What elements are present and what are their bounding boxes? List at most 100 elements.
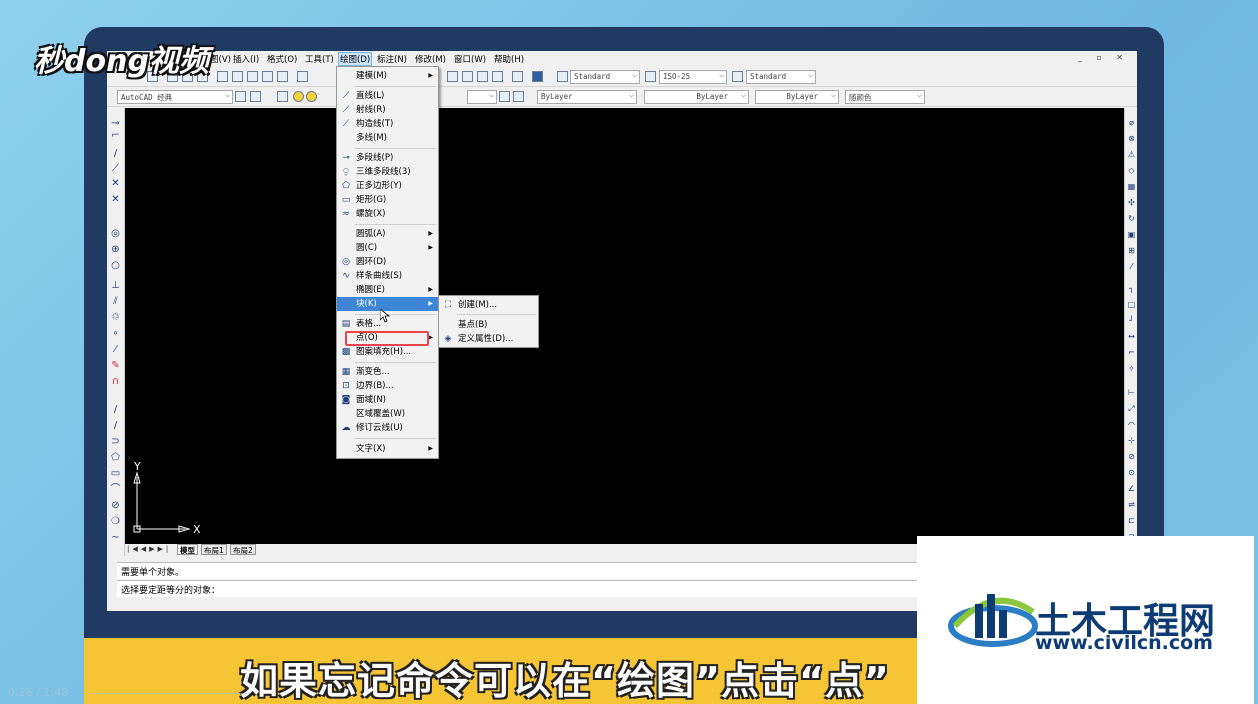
ray2-icon[interactable]: /: [110, 420, 121, 431]
layer-manager-icon[interactable]: [250, 91, 261, 102]
tab-layout1[interactable]: 布局1: [201, 544, 227, 555]
menu-view[interactable]: 图(V): [210, 53, 231, 65]
line-icon[interactable]: ⊸: [110, 118, 121, 129]
join-icon[interactable]: ┘: [1127, 316, 1136, 325]
dim-style-select[interactable]: ISO-25: [659, 70, 727, 84]
draw-menu-item[interactable]: ≈ 螺旋(X): [337, 207, 438, 221]
menu-draw[interactable]: 绘图(D): [338, 52, 373, 66]
block-submenu-item[interactable]: ⛶ 创建(M)...: [439, 298, 538, 312]
calculator-icon[interactable]: [512, 71, 523, 82]
rectangle-icon[interactable]: ✕: [110, 178, 121, 189]
draw-menu-item[interactable]: ⟋ 射线(R): [337, 103, 438, 117]
polyline2-icon[interactable]: ⊃: [110, 436, 121, 447]
polyline-icon[interactable]: /: [110, 148, 121, 159]
stretch-icon[interactable]: ⊞: [1127, 246, 1136, 255]
menu-tools[interactable]: 工具(T): [305, 53, 334, 65]
rotate-icon[interactable]: ↻: [1127, 214, 1136, 223]
properties-icon[interactable]: [462, 71, 473, 82]
block-submenu-item[interactable]: ◈ 定义属性(D)...: [439, 332, 538, 346]
toolpalette-icon[interactable]: [477, 71, 488, 82]
dim-arc-icon[interactable]: ◠: [1127, 420, 1136, 429]
dim-angular-icon[interactable]: ∠: [1127, 484, 1136, 493]
text-style-select[interactable]: Standard: [570, 70, 640, 84]
offset-icon[interactable]: ◇: [1127, 166, 1136, 175]
menu-insert[interactable]: 插入(I): [233, 53, 259, 65]
menu-format[interactable]: 格式(O): [267, 53, 297, 65]
explode-icon[interactable]: ✧: [1127, 364, 1136, 373]
copy-icon[interactable]: [232, 71, 243, 82]
menu-modify[interactable]: 修改(M): [415, 53, 446, 65]
point-icon[interactable]: ∘: [110, 328, 121, 339]
layer-select[interactable]: [467, 90, 497, 104]
matchprop-icon[interactable]: [262, 71, 273, 82]
dim-diameter-icon[interactable]: ⊙: [1127, 468, 1136, 477]
drawing-canvas[interactable]: [125, 108, 1124, 544]
draw-menu-item[interactable]: 建模(M) ▶: [337, 69, 438, 83]
cut-icon[interactable]: [217, 71, 228, 82]
draw-menu-item[interactable]: 多线(M): [337, 131, 438, 145]
dim-aligned-icon[interactable]: ⤢: [1127, 404, 1136, 413]
hatch-icon[interactable]: ⁄: [110, 344, 121, 355]
workspace-select[interactable]: AutoCAD 经典: [117, 90, 233, 104]
tab-model[interactable]: 模型: [177, 544, 198, 555]
draw-menu-item[interactable]: ⍜ 三维多段线(3): [337, 165, 438, 179]
erase-icon[interactable]: ⌀: [1127, 118, 1136, 127]
lightbulb-icon[interactable]: [293, 91, 304, 102]
dim-quick-icon[interactable]: ⇌: [1127, 500, 1136, 509]
polygon-icon[interactable]: ⟋: [110, 163, 121, 174]
extend-icon[interactable]: ┐: [1127, 284, 1136, 293]
rectangle2-icon[interactable]: ▭: [110, 468, 121, 479]
make-block-icon[interactable]: ♲: [110, 312, 121, 323]
fillet-icon[interactable]: ⌐: [1127, 348, 1136, 357]
draw-menu-item[interactable]: ▭ 矩形(G): [337, 193, 438, 207]
line2-icon[interactable]: /: [110, 404, 121, 415]
tab-layout2[interactable]: 布局2: [230, 544, 256, 555]
arc-icon[interactable]: ✕: [110, 194, 121, 205]
draw-menu-item[interactable]: ⊸ 多段线(P): [337, 151, 438, 165]
draw-menu-item[interactable]: ◎ 圆环(D): [337, 255, 438, 269]
copy-obj-icon[interactable]: ⊗: [1127, 134, 1136, 143]
dim-baseline-icon[interactable]: ⊏: [1127, 516, 1136, 525]
tablestyle-icon[interactable]: [732, 71, 743, 82]
draw-menu-item[interactable]: 文字(X) ▶: [337, 442, 438, 456]
circle-icon[interactable]: ◎: [110, 228, 121, 239]
color-select[interactable]: ByLayer: [537, 90, 637, 104]
sun-icon[interactable]: [306, 91, 317, 102]
trim-icon[interactable]: ⁄: [1127, 262, 1136, 271]
xline-icon[interactable]: ⌐: [110, 130, 121, 141]
tab-nav-arrows[interactable]: |◀◀▶▶|: [127, 545, 171, 553]
draw-menu-item[interactable]: ▩ 图案填充(H)...: [337, 345, 438, 359]
help-icon[interactable]: [532, 71, 543, 82]
break-icon[interactable]: □: [1127, 300, 1136, 309]
layer-previous-icon[interactable]: [513, 91, 524, 102]
lineweight-select[interactable]: ByLayer: [755, 90, 839, 104]
arc2-icon[interactable]: ⌒: [110, 484, 121, 495]
scale-icon[interactable]: ▣: [1127, 230, 1136, 239]
menu-window[interactable]: 窗口(W): [454, 53, 486, 65]
sheetset-icon[interactable]: [492, 71, 503, 82]
mirror-icon[interactable]: ⚠: [1127, 150, 1136, 159]
window-controls[interactable]: _ ▫ ✕: [1078, 53, 1129, 62]
draw-menu-item[interactable]: ◙ 面域(N): [337, 393, 438, 407]
paste-icon[interactable]: [247, 71, 258, 82]
video-progress-bar[interactable]: [90, 693, 250, 694]
move-icon[interactable]: ✣: [1127, 198, 1136, 207]
draw-menu-item[interactable]: 圆(C) ▶: [337, 241, 438, 255]
draw-menu-item[interactable]: ⊡ 边界(B)...: [337, 379, 438, 393]
polygon2-icon[interactable]: ⬠: [110, 452, 121, 463]
chamfer-icon[interactable]: ↔: [1127, 332, 1136, 341]
draw-menu-item[interactable]: ☁ 修订云线(U): [337, 421, 438, 435]
linetype-select[interactable]: ByLayer: [644, 90, 749, 104]
spline2-icon[interactable]: ∼: [110, 532, 121, 543]
draw-menu-item[interactable]: ▦ 渐变色...: [337, 365, 438, 379]
circle2-icon[interactable]: ⊘: [110, 500, 121, 511]
brush-icon[interactable]: [277, 71, 288, 82]
dim-radius-icon[interactable]: ⊘: [1127, 452, 1136, 461]
ellipse-icon[interactable]: ⊥: [110, 280, 121, 291]
revcloud-icon[interactable]: ⊕: [110, 244, 121, 255]
draw-menu-item[interactable]: 椭圆(E) ▶: [337, 283, 438, 297]
draw-menu-item[interactable]: ∿ 样条曲线(S): [337, 269, 438, 283]
designcenter-icon[interactable]: [447, 71, 458, 82]
undo-icon[interactable]: [297, 71, 308, 82]
draw-menu-item[interactable]: ⬠ 正多边形(Y): [337, 179, 438, 193]
